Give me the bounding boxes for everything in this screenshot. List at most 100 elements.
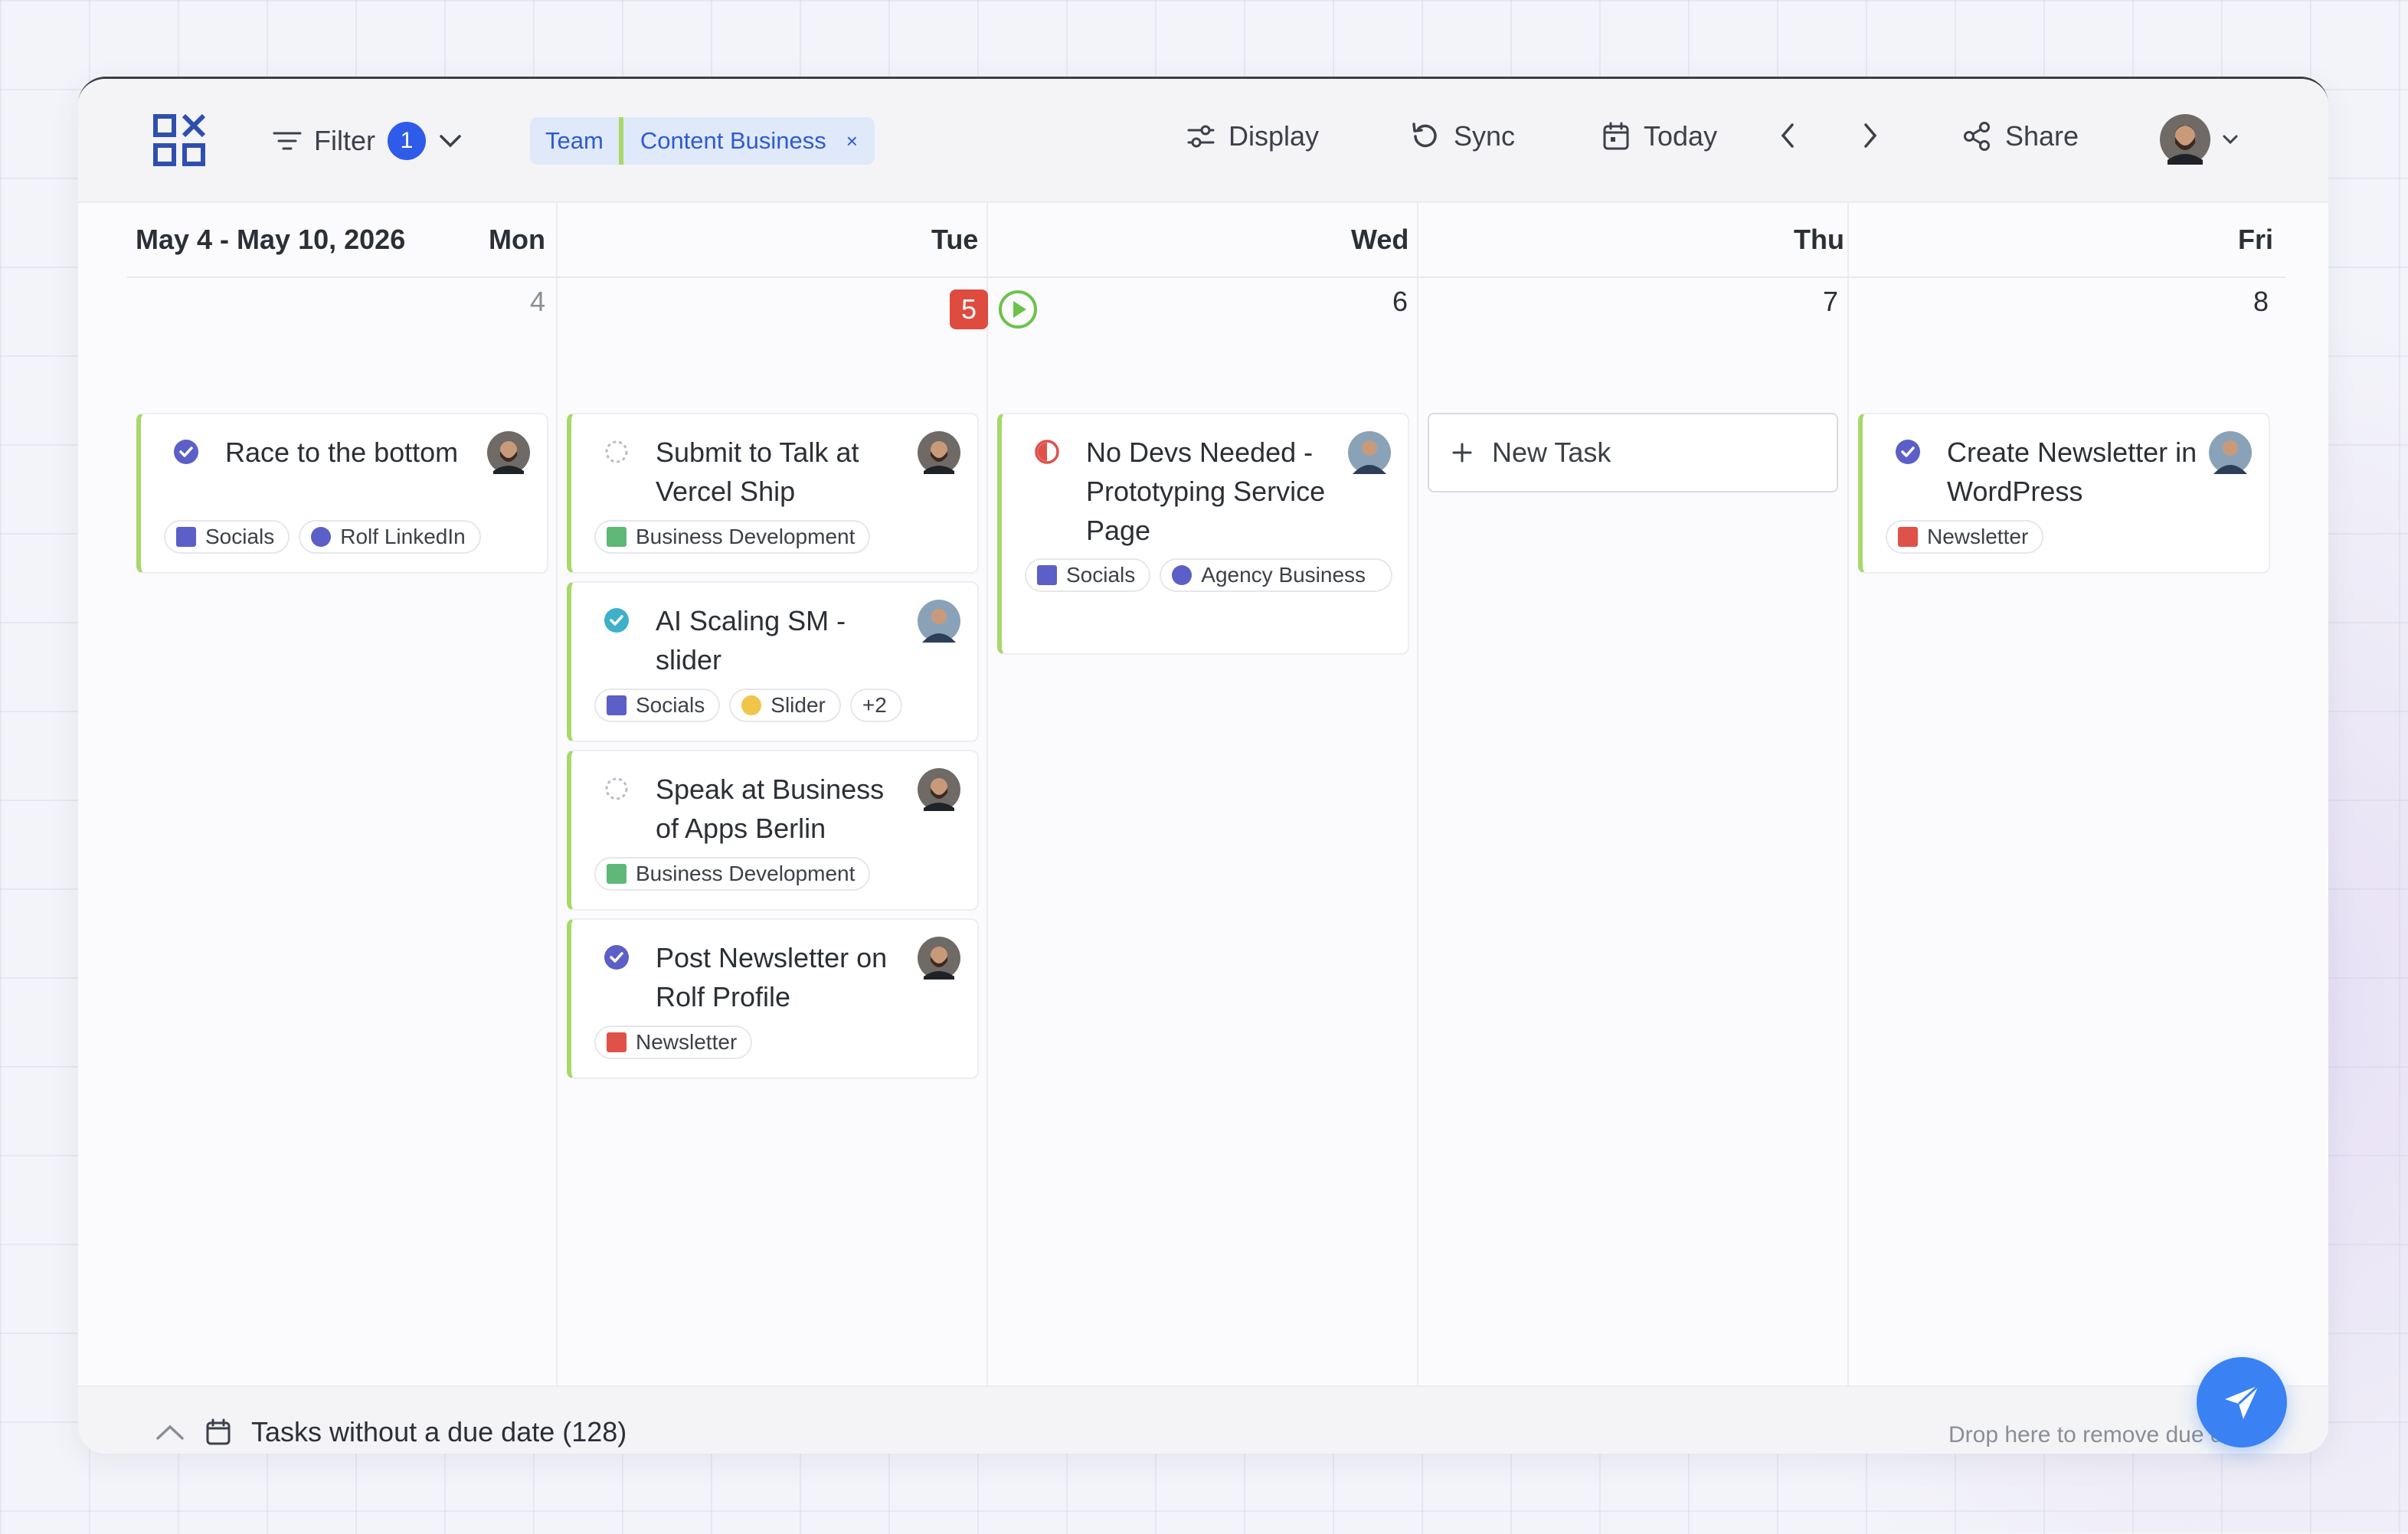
task-card[interactable]: AI Scaling SM - slider Socials Slider +2 [567, 581, 979, 742]
tag-color-dot [741, 695, 762, 715]
user-menu[interactable] [2160, 114, 2240, 165]
task-card[interactable]: Create Newsletter in WordPress Newslette… [1858, 413, 2270, 574]
task-title: AI Scaling SM - slider [656, 605, 846, 675]
new-task-button[interactable]: New Task [1428, 413, 1838, 492]
tag[interactable]: Socials [1025, 558, 1151, 592]
today-button[interactable]: Today [1602, 120, 1717, 152]
chip-remove-icon[interactable]: × [846, 129, 858, 153]
sync-icon [1412, 123, 1437, 148]
assignee-avatar [2209, 431, 2252, 474]
calendar-app: Filter 1 Team Content Business × Display [78, 77, 2328, 1454]
avatar [2160, 114, 2210, 165]
sync-label: Sync [1454, 120, 1516, 152]
tag-label: Socials [636, 693, 705, 717]
tag-label: Business Development [636, 525, 856, 548]
tag-label: Rolf LinkedIn [340, 525, 466, 548]
tag[interactable]: Newsletter [594, 1025, 753, 1059]
tag-label: Agency Business [1201, 563, 1366, 587]
chevron-up-icon[interactable] [155, 1423, 185, 1441]
chevron-right-icon [1864, 123, 1877, 148]
task-title: Submit to Talk at Vercel Ship [656, 437, 859, 507]
tag[interactable]: Socials [594, 689, 721, 722]
in-progress-status-icon[interactable] [1034, 439, 1060, 465]
tag[interactable]: Newsletter [1886, 520, 2044, 554]
day-header-tue: Tue [931, 224, 979, 255]
tag[interactable]: Slider [729, 689, 841, 722]
day-number-thu: 7 [1823, 286, 1839, 317]
todo-status-icon[interactable] [604, 439, 630, 465]
send-feedback-button[interactable] [2197, 1357, 2287, 1447]
chip-value: Content Business [640, 127, 826, 154]
assignee-avatar [918, 600, 960, 643]
share-label: Share [2005, 120, 2079, 152]
tag[interactable]: Business Development [594, 857, 871, 891]
day-number-wed: 6 [1392, 286, 1408, 317]
today-day-number: 5 [950, 289, 988, 329]
task-title: No Devs Needed - Prototyping Service Pag… [1086, 437, 1326, 546]
display-button[interactable]: Display [1187, 120, 1319, 152]
tag-label: Newsletter [636, 1030, 738, 1054]
week-calendar: May 4 - May 10, 2026 Mon Tue Wed Thu Fri… [78, 203, 2328, 1385]
paper-plane-icon [2225, 1384, 2260, 1419]
completed-status-icon[interactable] [604, 944, 630, 970]
task-title: Post Newsletter on Rolf Profile [656, 942, 888, 1012]
tag-color-swatch [176, 527, 196, 547]
day-header-thu: Thu [1794, 224, 1844, 255]
chip-team-label: Team [545, 127, 604, 154]
more-tags-badge[interactable]: +2 [849, 689, 902, 722]
task-card[interactable]: No Devs Needed - Prototyping Service Pag… [997, 413, 1409, 655]
task-card[interactable]: Race to the bottom Socials Rolf LinkedIn [136, 413, 548, 574]
column-divider [556, 203, 558, 1385]
completed-status-icon[interactable] [173, 439, 199, 465]
tag-label: Socials [1066, 563, 1136, 587]
tag[interactable]: Rolf LinkedIn [299, 520, 481, 554]
column-divider [1417, 203, 1418, 1385]
chevron-left-icon [1781, 123, 1794, 148]
tag-list: Business Development [594, 857, 970, 891]
header-divider [127, 276, 2285, 278]
task-card[interactable]: Submit to Talk at Vercel Ship Business D… [567, 413, 979, 574]
day-number-mon: 4 [530, 286, 546, 317]
tag-list: Newsletter [1886, 520, 2261, 554]
task-card[interactable]: Speak at Business of Apps Berlin Busines… [567, 750, 979, 911]
tag-list: Newsletter [594, 1025, 970, 1059]
calendar-icon [206, 1418, 231, 1445]
assignee-avatar [918, 937, 960, 980]
tag-label: Slider [770, 693, 826, 717]
column-divider [986, 203, 988, 1385]
task-title: Speak at Business of Apps Berlin [656, 774, 885, 844]
play-icon[interactable] [997, 289, 1039, 330]
day-number-fri: 8 [2253, 286, 2269, 317]
tag-color-swatch [607, 527, 627, 547]
previous-week-button[interactable] [1777, 120, 1798, 151]
toolbar: Filter 1 Team Content Business × Display [78, 79, 2328, 203]
sliders-icon [1187, 125, 1215, 148]
share-button[interactable]: Share [1962, 120, 2079, 152]
tag[interactable]: Agency Business [1160, 558, 1393, 592]
tag-label: Newsletter [1927, 525, 2029, 548]
assignee-avatar [918, 431, 960, 474]
next-week-button[interactable] [1860, 120, 1881, 151]
day-header-mon: Mon [489, 224, 545, 255]
tag-color-swatch [607, 1032, 627, 1052]
tag[interactable]: Socials [164, 520, 290, 554]
todo-status-icon[interactable] [604, 776, 630, 802]
assignee-avatar [1348, 431, 1391, 474]
display-label: Display [1229, 120, 1320, 152]
chevron-down-icon[interactable] [438, 132, 463, 150]
column-divider [1847, 203, 1849, 1385]
no-due-date-bar[interactable]: Tasks without a due date (128) Drop here… [78, 1385, 2328, 1454]
tag-list: Socials Agency Business [1025, 558, 1400, 592]
app-logo-icon[interactable] [153, 114, 205, 166]
tag-list: Socials Rolf LinkedIn [164, 520, 539, 554]
sync-button[interactable]: Sync [1409, 120, 1515, 152]
active-filter-chip[interactable]: Team Content Business × [530, 117, 875, 165]
completed-status-icon[interactable] [1895, 439, 1921, 465]
date-range: May 4 - May 10, 2026 [136, 224, 406, 255]
tag[interactable]: Business Development [594, 520, 871, 554]
task-card[interactable]: Post Newsletter on Rolf Profile Newslett… [567, 918, 979, 1079]
filter-count-badge: 1 [388, 122, 426, 160]
filter-button[interactable]: Filter 1 [273, 120, 463, 162]
day-header-wed: Wed [1351, 224, 1409, 255]
completed-status-icon[interactable] [604, 607, 630, 633]
